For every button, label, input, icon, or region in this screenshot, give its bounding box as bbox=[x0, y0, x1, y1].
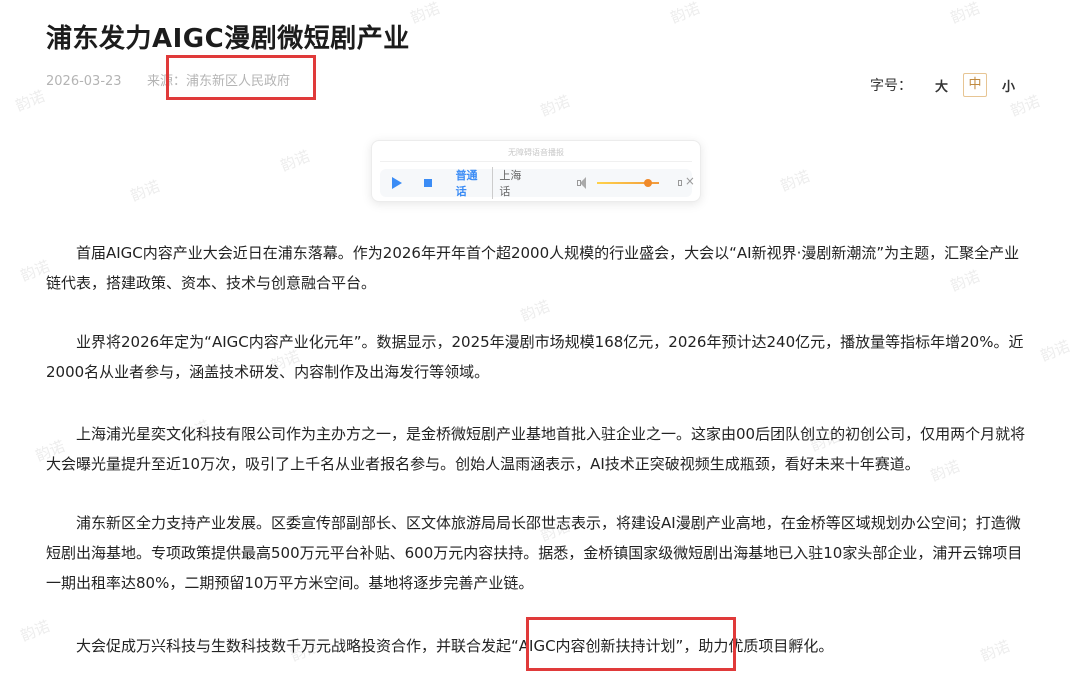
audio-player: 无障碍语音播报 普通话 上海话 bbox=[371, 140, 701, 202]
plan-highlight-box bbox=[526, 617, 736, 671]
watermark-text: 韵诺 bbox=[127, 176, 163, 205]
watermark-text: 韵诺 bbox=[667, 0, 703, 27]
watermark-text: 韵诺 bbox=[777, 166, 813, 195]
page-title: 浦东发力AIGC漫剧微短剧产业 bbox=[46, 24, 410, 54]
watermark-text: 韵诺 bbox=[277, 146, 313, 175]
volume-slider-handle[interactable] bbox=[643, 179, 652, 187]
player-title: 无障碍语音播报 bbox=[508, 148, 564, 157]
publish-date: 2026-03-23 bbox=[46, 74, 122, 89]
volume-icon bbox=[576, 176, 589, 190]
mute-icon[interactable] bbox=[677, 174, 695, 190]
language-switcher: 普通话 上海话 bbox=[456, 167, 531, 199]
font-size-medium-button[interactable]: 中 bbox=[962, 73, 987, 97]
lang-shanghainese-button[interactable]: 上海话 bbox=[492, 167, 530, 199]
watermark-text: 韵诺 bbox=[1037, 336, 1073, 365]
article-paragraph: 业界将2026年定为“AIGC内容产业化元年”。数据显示，2025年漫剧市场规模… bbox=[46, 333, 1024, 381]
player-divider bbox=[380, 161, 692, 162]
font-size-switcher: 字号： 大 中 小 bbox=[870, 73, 1024, 97]
article-paragraph: 浦东新区全力支持产业发展。区委宣传部副部长、区文体旅游局局长邵世志表示，将建设A… bbox=[46, 514, 1023, 592]
font-size-label: 字号： bbox=[869, 78, 912, 94]
play-icon[interactable] bbox=[392, 177, 402, 189]
watermark-text: 韵诺 bbox=[517, 296, 553, 325]
watermark-text: 韵诺 bbox=[947, 0, 983, 27]
player-controls: 普通话 上海话 bbox=[380, 167, 695, 199]
volume-slider[interactable] bbox=[597, 179, 659, 187]
font-size-small-button[interactable]: 小 bbox=[1002, 76, 1015, 95]
watermark-text: 韵诺 bbox=[12, 86, 48, 115]
article-paragraph: 上海浦光星奕文化科技有限公司作为主办方之一，是金桥微短剧产业基地首批入驻企业之一… bbox=[46, 425, 1026, 473]
source-highlight-box bbox=[166, 55, 316, 100]
article-paragraph: 首届AIGC内容产业大会近日在浦东落幕。作为2026年开年首个超2000人规模的… bbox=[46, 244, 1020, 292]
watermark-text: 韵诺 bbox=[537, 91, 573, 120]
font-size-large-button[interactable]: 大 bbox=[935, 76, 948, 95]
stop-icon[interactable] bbox=[424, 179, 432, 187]
watermark-text: 韵诺 bbox=[407, 0, 443, 27]
lang-mandarin-button[interactable]: 普通话 bbox=[456, 167, 487, 199]
